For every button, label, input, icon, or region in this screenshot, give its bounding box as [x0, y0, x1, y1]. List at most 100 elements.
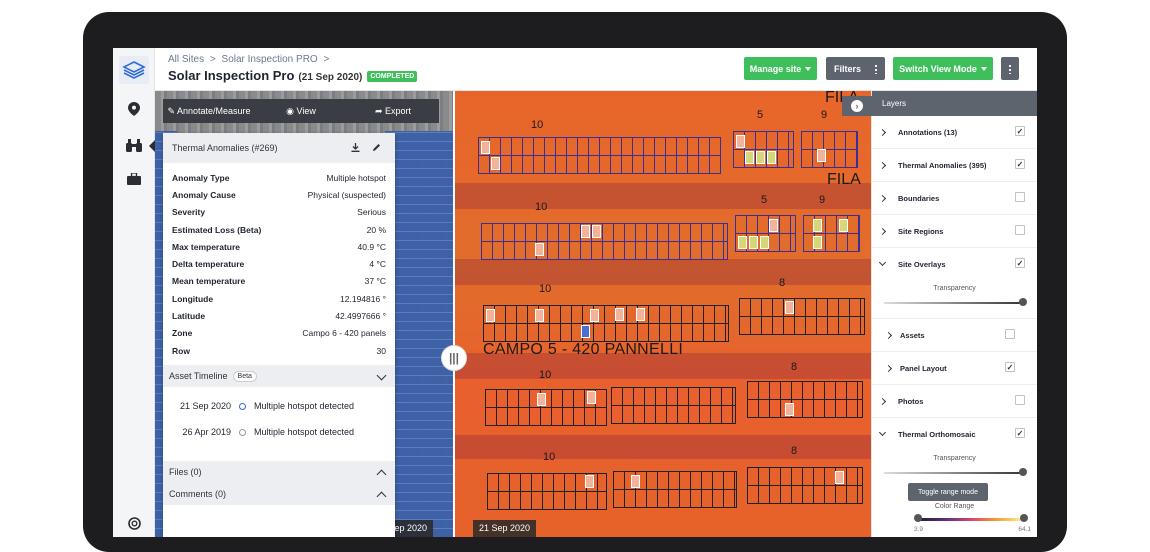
breadcrumb-all-sites[interactable]: All Sites [168, 54, 204, 65]
layer-label: Photos [898, 396, 924, 406]
toggle-range-mode-button[interactable]: Toggle range mode [908, 483, 988, 501]
layer-checkbox[interactable]: ✓ [1015, 258, 1025, 268]
hotspot-marker[interactable] [760, 236, 769, 249]
attribute-key: Anomaly Cause [172, 189, 236, 200]
collapse-layers-button[interactable]: › [842, 96, 872, 116]
manage-site-button[interactable]: Manage site [744, 57, 817, 80]
panel-array[interactable] [478, 137, 721, 174]
layer-checkbox[interactable]: ✓ [1015, 159, 1025, 169]
files-section-header[interactable]: Files (0) [163, 461, 395, 484]
color-range-track[interactable] [918, 518, 1025, 521]
map-viewport[interactable]: 10 5 9 10 5 9 10 8 10 8 10 8 FILA FILA [155, 91, 871, 537]
panel-array[interactable] [747, 467, 863, 504]
panel-array[interactable] [611, 387, 736, 424]
breadcrumb-site[interactable]: Solar Inspection PRO [222, 54, 318, 65]
hotspot-marker[interactable] [537, 393, 546, 406]
layer-site-overlays[interactable]: Site Overlays ✓ [872, 248, 1037, 281]
layer-checkbox[interactable]: ✓ [1005, 362, 1015, 372]
layer-boundaries[interactable]: Boundaries [872, 182, 1037, 215]
hotspot-marker[interactable] [839, 219, 848, 232]
hotspot-marker[interactable] [785, 403, 794, 416]
panel-array[interactable] [747, 381, 863, 418]
help-lifebuoy-icon[interactable] [125, 514, 143, 532]
hotspot-marker[interactable] [581, 225, 590, 238]
hotspot-marker[interactable] [587, 391, 596, 404]
row-number: 8 [791, 445, 798, 457]
hotspot-marker[interactable] [491, 157, 500, 170]
hotspot-marker[interactable] [631, 475, 640, 488]
hotspot-marker[interactable] [590, 309, 599, 322]
layer-annotations[interactable]: Annotations (13) ✓ [872, 116, 1037, 149]
view-button[interactable]: ◉ View [255, 106, 347, 117]
hotspot-marker[interactable] [813, 236, 822, 249]
panel-array[interactable] [801, 131, 858, 168]
hotspot-marker[interactable] [756, 151, 765, 164]
hotspot-marker[interactable] [486, 309, 495, 322]
panel-array[interactable] [483, 305, 729, 342]
timeline-entry[interactable]: 26 Apr 2019 Multiple hotspot detected [163, 419, 395, 445]
annotate-measure-button[interactable]: ✎ Annotate/Measure [163, 106, 255, 117]
hotspot-marker[interactable] [535, 243, 544, 256]
hotspot-marker[interactable] [592, 225, 601, 238]
hotspot-marker[interactable] [481, 141, 490, 154]
compare-slider-handle[interactable]: ||| [441, 345, 467, 371]
hotspot-marker[interactable] [769, 219, 778, 232]
transparency-track[interactable] [884, 302, 1025, 304]
layer-panel-layout[interactable]: Panel Layout ✓ [872, 352, 1037, 385]
switch-view-mode-button[interactable]: Switch View Mode [893, 57, 993, 80]
export-button[interactable]: ➦ Export [347, 106, 439, 117]
hotspot-marker[interactable] [835, 471, 844, 484]
layer-thermal-anomalies[interactable]: Thermal Anomalies (395) ✓ [872, 149, 1037, 182]
attribute-key: Latitude [172, 311, 206, 322]
hotspot-marker[interactable] [745, 151, 754, 164]
layer-thermal-orthomosaic[interactable]: Thermal Orthomosaic ✓ [872, 418, 1037, 451]
comments-section-header[interactable]: Comments (0) [163, 483, 395, 506]
hotspot-marker[interactable] [738, 236, 747, 249]
more-options-button[interactable] [1001, 57, 1019, 80]
transparency-knob[interactable] [1019, 298, 1027, 306]
layer-checkbox[interactable] [1005, 329, 1015, 339]
layer-checkbox[interactable]: ✓ [1015, 126, 1025, 136]
hotspot-marker[interactable] [767, 151, 776, 164]
edit-pencil-icon[interactable] [372, 143, 381, 154]
hotspot-marker[interactable] [813, 219, 822, 232]
filters-button[interactable]: Filters [826, 57, 885, 80]
layer-checkbox[interactable] [1015, 395, 1025, 405]
binoculars-icon[interactable] [125, 136, 143, 154]
hotspot-marker[interactable] [615, 308, 624, 321]
location-pin-icon[interactable] [125, 100, 143, 118]
panel-array[interactable] [803, 215, 860, 252]
hotspot-marker[interactable] [585, 475, 594, 488]
chevron-right-icon: › [851, 100, 863, 112]
hotspot-marker[interactable] [535, 309, 544, 322]
selected-hotspot-marker[interactable] [581, 325, 590, 338]
layer-checkbox[interactable]: ✓ [1015, 428, 1025, 438]
timeline-entry[interactable]: 21 Sep 2020 Multiple hotspot detected [163, 393, 395, 419]
download-icon[interactable] [351, 143, 360, 154]
layer-assets[interactable]: Assets [872, 319, 1037, 352]
panel-array[interactable] [739, 298, 865, 335]
hotspot-marker[interactable] [636, 308, 645, 321]
pencil-icon: ✎ [167, 105, 177, 116]
transparency-knob[interactable] [1019, 468, 1027, 476]
switch-view-label: Switch View Mode [899, 63, 977, 74]
hotspot-marker[interactable] [749, 236, 758, 249]
hotspot-marker[interactable] [817, 149, 826, 162]
transparency-track[interactable] [884, 472, 1025, 474]
color-range-max-knob[interactable] [1020, 514, 1028, 522]
layer-checkbox[interactable] [1015, 225, 1025, 235]
panel-array[interactable] [481, 223, 728, 260]
hotspot-marker[interactable] [785, 301, 794, 314]
asset-timeline-header[interactable]: Asset Timeline Beta [163, 365, 395, 388]
row-number: 10 [539, 283, 552, 295]
chevron-right-icon [878, 128, 887, 137]
layer-photos[interactable]: Photos [872, 385, 1037, 418]
app-logo-icon[interactable] [119, 56, 149, 84]
color-range-min-knob[interactable] [914, 514, 922, 522]
layer-site-regions[interactable]: Site Regions [872, 215, 1037, 248]
briefcase-icon[interactable] [125, 170, 143, 188]
layers-title: Layers [882, 99, 907, 108]
hotspot-marker[interactable] [736, 135, 745, 148]
layer-checkbox[interactable] [1015, 192, 1025, 202]
solar-panel-strip [385, 131, 455, 537]
